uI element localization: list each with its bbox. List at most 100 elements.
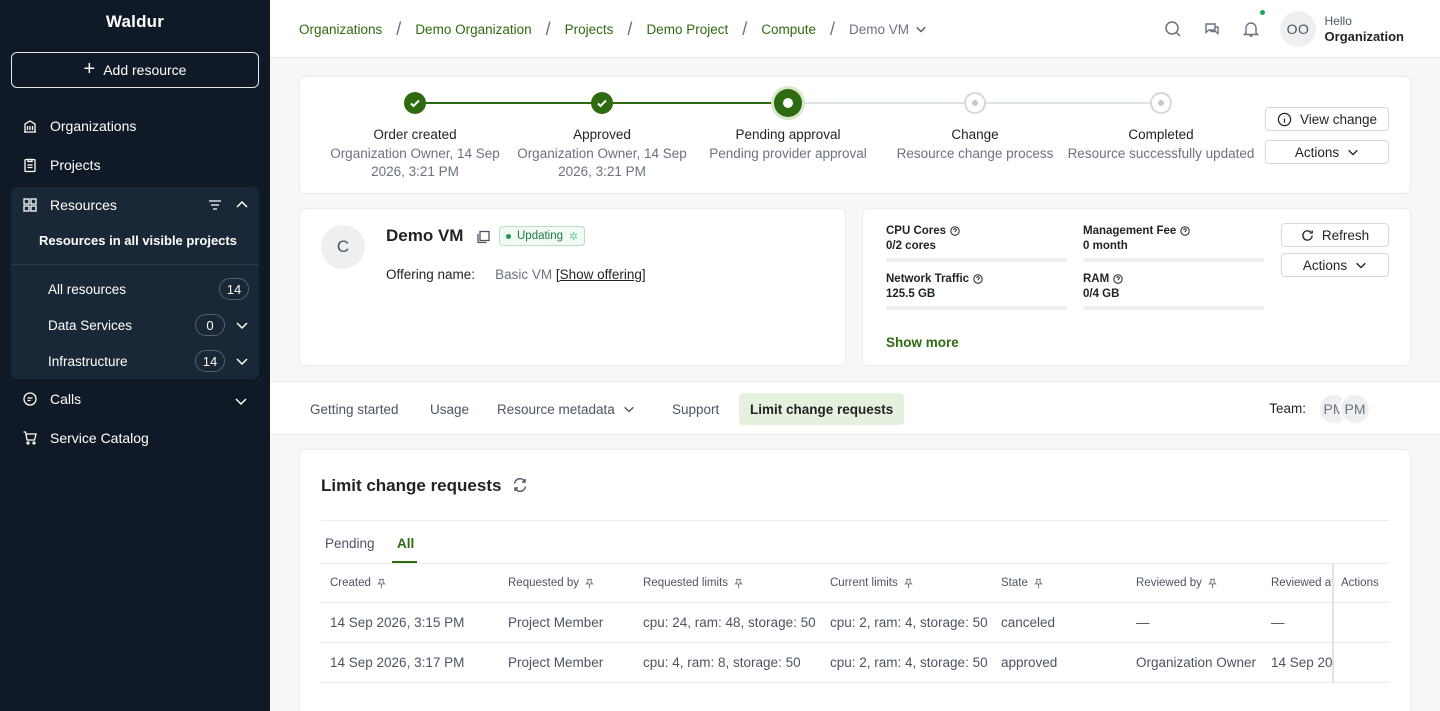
- chevron-down-icon[interactable]: [235, 354, 249, 368]
- add-resource-button[interactable]: + Add resource: [11, 52, 259, 88]
- help-icon[interactable]: [973, 274, 983, 284]
- cell-requested-limits: cpu: 4, ram: 8, storage: 50: [643, 655, 801, 670]
- cell-reviewed-at: 14 Sep 2026: [1271, 655, 1333, 670]
- quota-name: Management Fee: [1083, 225, 1177, 237]
- chevron-up-icon[interactable]: [235, 198, 249, 212]
- quota-bar: [886, 306, 1067, 310]
- refresh-icon: [1302, 229, 1313, 241]
- column-header-actions: Actions: [1341, 577, 1379, 589]
- sidebar-item-infrastructure[interactable]: Infrastructure 14: [48, 350, 249, 372]
- quota-network-traffic: Network Traffic 125.5 GB: [886, 273, 1067, 310]
- breadcrumb-separator: /: [830, 19, 836, 39]
- team-member-avatar[interactable]: PM: [1339, 393, 1371, 425]
- sidebar-item-data-services[interactable]: Data Services 0: [48, 314, 249, 336]
- sidebar-item-resources[interactable]: Resources: [22, 197, 249, 213]
- chat-icon[interactable]: [1203, 20, 1221, 38]
- resource-actions-button[interactable]: Actions: [1281, 253, 1389, 277]
- progress-line: [975, 102, 1161, 104]
- help-icon[interactable]: [1113, 274, 1123, 284]
- help-icon[interactable]: [1180, 226, 1191, 236]
- pending-step-icon: [964, 92, 986, 114]
- pin-icon[interactable]: [376, 578, 387, 589]
- progress-line: [415, 102, 602, 104]
- search-icon[interactable]: [1164, 20, 1182, 38]
- refresh-button[interactable]: Refresh: [1281, 223, 1389, 247]
- column-header-state[interactable]: State: [1001, 577, 1044, 589]
- pin-icon[interactable]: [584, 578, 595, 589]
- user-menu[interactable]: Hello Organization: [1325, 13, 1404, 45]
- sidebar-item-label: Infrastructure: [48, 353, 128, 369]
- chevron-down-icon[interactable]: [235, 318, 249, 332]
- column-header-requested-by[interactable]: Requested by: [508, 577, 595, 589]
- sidebar-item-organizations[interactable]: Organizations: [22, 118, 136, 134]
- order-progress-card: Order created Organization Owner, 14 Sep…: [299, 76, 1411, 194]
- breadcrumb-organizations[interactable]: Organizations: [299, 22, 382, 37]
- quota-bar: [886, 258, 1067, 262]
- app-logo[interactable]: Waldur: [0, 12, 270, 32]
- count-badge: 14: [195, 350, 225, 372]
- quota-card: CPU Cores 0/2 cores Management Fee 0 mon…: [862, 208, 1411, 366]
- tab-usage[interactable]: Usage: [419, 393, 480, 425]
- filter-icon[interactable]: [207, 197, 223, 213]
- step-subtitle: Organization Owner, 14 Sep 2026, 3:21 PM: [517, 146, 687, 179]
- column-header-requested-limits[interactable]: Requested limits: [643, 577, 744, 589]
- cart-icon: [23, 431, 37, 445]
- tab-support[interactable]: Support: [661, 393, 730, 425]
- step-title: Completed: [1128, 127, 1194, 142]
- tab-limit-change-requests[interactable]: Limit change requests: [739, 393, 905, 425]
- notifications[interactable]: [1242, 10, 1265, 43]
- breadcrumb-current-label: Demo VM: [849, 21, 910, 37]
- sidebar-item-service-catalog[interactable]: Service Catalog: [22, 430, 149, 446]
- pending-step-icon: [1150, 92, 1172, 114]
- breadcrumb-compute[interactable]: Compute: [761, 22, 816, 37]
- column-header-current-limits[interactable]: Current limits: [830, 577, 914, 589]
- breadcrumb-current[interactable]: Demo VM: [849, 22, 927, 37]
- progress-line: [602, 102, 789, 104]
- sidebar-item-projects[interactable]: Projects: [22, 157, 101, 173]
- pin-icon[interactable]: [1033, 578, 1044, 589]
- subtab-all[interactable]: All: [397, 536, 414, 551]
- help-icon[interactable]: [950, 226, 960, 236]
- sidebar-item-all-resources[interactable]: All resources 14: [48, 278, 249, 300]
- divider: [321, 520, 1389, 521]
- column-header-created[interactable]: Created: [330, 577, 387, 589]
- team-label: Team:: [1269, 401, 1306, 416]
- pin-icon[interactable]: [1207, 578, 1218, 589]
- step-subtitle: Resource successfully updated: [1067, 146, 1255, 161]
- breadcrumb-demo-organization[interactable]: Demo Organization: [415, 22, 531, 37]
- step-title: Approved: [573, 127, 631, 142]
- sidebar-item-label: Data Services: [48, 317, 133, 333]
- breadcrumb-demo-project[interactable]: Demo Project: [646, 22, 728, 37]
- column-header-reviewed-by[interactable]: Reviewed by: [1136, 577, 1218, 589]
- tab-getting-started[interactable]: Getting started: [299, 393, 410, 425]
- chevron-down-icon[interactable]: [234, 394, 248, 408]
- avatar[interactable]: OO: [1280, 11, 1316, 47]
- copy-icon[interactable]: [475, 229, 491, 245]
- status-label: Updating: [517, 230, 564, 242]
- subtab-pending[interactable]: Pending: [325, 536, 375, 551]
- tab-resource-metadata[interactable]: Resource metadata: [486, 393, 646, 425]
- show-more-link[interactable]: Show more: [886, 335, 959, 350]
- pin-icon[interactable]: [733, 578, 744, 589]
- column-header-reviewed-at[interactable]: Reviewed at: [1271, 577, 1333, 589]
- pin-icon[interactable]: [903, 578, 914, 589]
- table-header: Created Requested by Requested limits Cu…: [321, 563, 1389, 603]
- cell-state: canceled: [1001, 615, 1056, 630]
- column-resize-handle[interactable]: [1332, 563, 1334, 683]
- notification-dot: [1260, 10, 1265, 15]
- cell-current-limits: cpu: 2, ram: 4, storage: 50: [830, 655, 988, 670]
- show-offering-link[interactable]: [Show offering]: [556, 267, 646, 282]
- sidebar-item-label: Calls: [50, 391, 82, 407]
- order-actions-button[interactable]: Actions: [1265, 140, 1389, 164]
- sidebar-item-calls[interactable]: Calls: [22, 391, 248, 407]
- view-change-button[interactable]: View change: [1265, 107, 1389, 131]
- resources-scope-label[interactable]: Resources in all visible projects: [39, 233, 237, 248]
- quota-name: CPU Cores: [886, 225, 947, 237]
- refresh-icon[interactable]: [512, 477, 528, 493]
- table-row[interactable]: 14 Sep 2026, 3:17 PM Project Member cpu:…: [321, 643, 1389, 683]
- progress-line: [789, 102, 975, 104]
- quota-cpu-cores: CPU Cores 0/2 cores: [886, 225, 1067, 262]
- table-row[interactable]: 14 Sep 2026, 3:15 PM Project Member cpu:…: [321, 603, 1389, 643]
- cell-requested-by: Project Member: [508, 655, 604, 670]
- breadcrumb-projects[interactable]: Projects: [565, 22, 614, 37]
